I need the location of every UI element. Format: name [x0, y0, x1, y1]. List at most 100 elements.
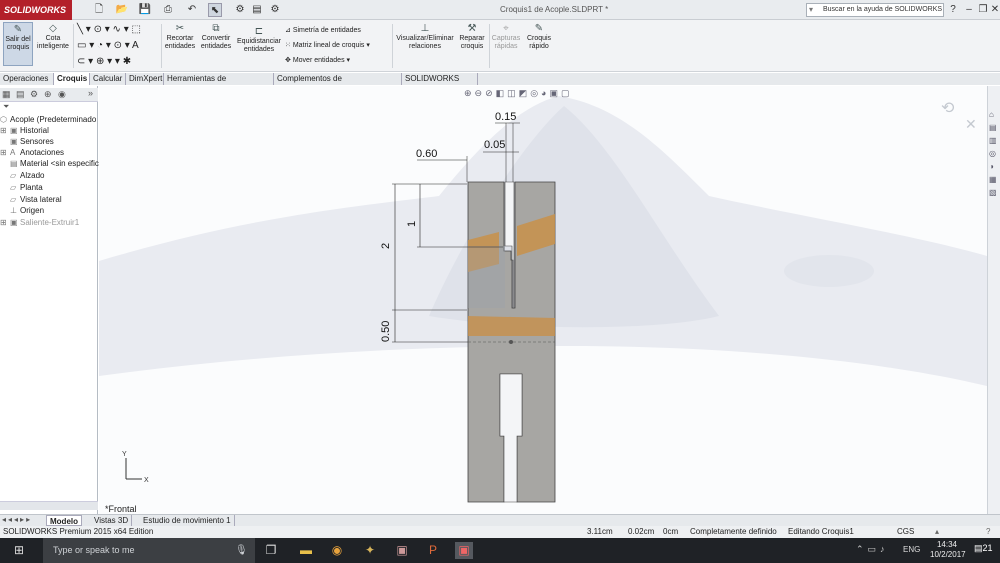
app-icon[interactable]: ✦: [361, 542, 379, 559]
tree-item-sensores[interactable]: ▣ Sensores: [0, 136, 54, 147]
help-search-input[interactable]: ▾ Buscar en la ayuda de SOLIDWORKS: [806, 3, 944, 17]
minimize-icon[interactable]: –: [962, 3, 976, 17]
units-status[interactable]: CGS: [897, 526, 914, 538]
language-indicator[interactable]: ENG: [903, 545, 920, 554]
task-pane-icons[interactable]: ⌂ ▤ ▥ ◎ ◑ ▦ ▧: [989, 108, 997, 199]
clock[interactable]: 14:34 10/2/2017: [930, 540, 966, 560]
dimxpert-tab-icon[interactable]: ⊕: [44, 89, 52, 100]
close-icon[interactable]: ✕: [988, 3, 1000, 17]
rapid-sketch-button[interactable]: ✎ Croquis rápido: [524, 24, 554, 51]
dim-0-15[interactable]: 0.15: [495, 111, 516, 123]
sketch-tools-row2[interactable]: ▭ ▾ ◔ ▾ ⊙ ▾ A: [77, 40, 139, 51]
plane-icon: ▱: [10, 195, 17, 204]
windows-start-icon[interactable]: ⊞: [10, 542, 28, 559]
dim-2[interactable]: 2: [380, 243, 392, 249]
panel-scrollbar[interactable]: [0, 501, 98, 510]
tree-item-saliente[interactable]: ⊞ ▣ Saliente-Extruir1: [0, 217, 79, 228]
exit-sketch-button[interactable]: ✎ Salir del croquis: [3, 22, 33, 66]
open-icon[interactable]: 📂: [115, 3, 129, 17]
repair-sketch-button[interactable]: ⚒ Reparar croquis: [457, 24, 487, 51]
section-view-icon[interactable]: ◧: [496, 88, 508, 98]
dim-1[interactable]: 1: [406, 221, 418, 227]
tab-estudio-movimiento[interactable]: Estudio de movimiento 1: [140, 515, 235, 526]
save-icon[interactable]: 💾: [138, 3, 152, 17]
help-icon[interactable]: ?: [946, 3, 960, 17]
tab-operaciones[interactable]: Operaciones: [0, 73, 54, 85]
help-status-icon[interactable]: ?: [986, 526, 990, 538]
tab-solidworks-mbd[interactable]: SOLIDWORKS MBD: [402, 73, 478, 95]
tab-dimxpert[interactable]: DimXpert: [126, 73, 164, 85]
display-relations-button[interactable]: ⊥ Visualizar/Eliminar relaciones: [395, 24, 455, 51]
units-dropdown-icon[interactable]: ▴: [935, 526, 939, 538]
previous-view-icon[interactable]: ⊘: [485, 88, 496, 98]
scene-icon[interactable]: ▣: [549, 88, 561, 98]
expand-icon[interactable]: »: [88, 88, 93, 98]
tree-item-planta[interactable]: ▱ Planta: [0, 182, 43, 193]
filter-icon[interactable]: ⏷: [3, 102, 9, 112]
sketch-tools-row1[interactable]: ╲ ▾ ⊙ ▾ ∿ ▾ ⬚: [77, 24, 141, 35]
options-icon[interactable]: ⚙: [268, 3, 282, 17]
tab-modelo[interactable]: Modelo: [46, 515, 82, 526]
quick-snaps-button[interactable]: ⌖ Capturas rápidas: [490, 24, 522, 51]
tree-root[interactable]: ⬡ Acople (Predeterminado: [0, 114, 96, 125]
sketch-point[interactable]: [509, 340, 513, 344]
file-properties-icon[interactable]: ▤: [250, 3, 264, 17]
smart-dimension-button[interactable]: ◇ Cota inteligente: [35, 24, 71, 51]
view-orientation-icon[interactable]: ◫: [507, 88, 519, 98]
tree-item-origen[interactable]: ⊥ Origen: [0, 205, 44, 216]
hide-show-icon[interactable]: ◎: [530, 88, 541, 98]
chrome-icon[interactable]: ◉: [328, 542, 346, 559]
solidworks-taskbar-icon[interactable]: ▣: [393, 542, 411, 559]
offset-entities-button[interactable]: ⊏ Equidistanciar entidades: [236, 27, 282, 54]
tree-item-historial[interactable]: ⊞ ▣ Historial: [0, 125, 49, 136]
view-settings-icon[interactable]: ▢: [561, 88, 573, 98]
convert-entities-button[interactable]: ⧉ Convertir entidades: [198, 24, 234, 51]
powerpoint-icon[interactable]: P: [424, 542, 442, 559]
undo-icon[interactable]: ↶: [185, 3, 199, 17]
file-explorer-icon[interactable]: ▬: [297, 542, 315, 559]
tree-item-vista-lateral[interactable]: ▱ Vista lateral: [0, 194, 62, 205]
property-manager-tab-icon[interactable]: ▤: [16, 89, 25, 100]
new-icon[interactable]: 🗋: [92, 3, 106, 17]
divider: [392, 24, 393, 68]
tab-herramientas-de-renderizado[interactable]: Herramientas de renderizado: [164, 73, 274, 95]
tab-croquis[interactable]: Croquis: [54, 73, 90, 85]
feature-manager-tab-icon[interactable]: ▦: [2, 89, 11, 100]
dim-0-50[interactable]: 0.50: [380, 321, 392, 342]
move-entities-button[interactable]: ✥ Mover entidades ▾: [285, 56, 350, 64]
heads-up-view-toolbar[interactable]: ⊕⊖⊘◧◫◩◎◕▣▢: [464, 88, 573, 99]
dim-0-60[interactable]: 0.60: [416, 148, 437, 160]
taskbar-search[interactable]: Type or speak to me 🎙: [43, 538, 255, 563]
tab-complementos-de-solidworks[interactable]: Complementos de SOLIDWORKS: [274, 73, 402, 95]
solidworks-active-icon[interactable]: ▣: [455, 542, 473, 559]
configuration-tab-icon[interactable]: ⚙: [30, 89, 38, 100]
sketch-tools-row3[interactable]: ⊂ ▾ ⊕ ▾ ▾ ✱: [77, 56, 131, 67]
tab-scroll-icons[interactable]: ◂◂◂▸▸: [2, 515, 32, 524]
confirmation-corner-icon[interactable]: ⟲: [941, 98, 954, 118]
tray-icons[interactable]: ⌃▭♪: [856, 544, 889, 555]
linear-pattern-button[interactable]: ⁙ Matriz lineal de croquis ▾: [285, 41, 370, 49]
rebuild-icon[interactable]: ⚙: [233, 3, 247, 17]
display-manager-tab-icon[interactable]: ◉: [58, 89, 66, 100]
tree-item-anotaciones[interactable]: ⊞ A Anotaciones: [0, 147, 64, 158]
microphone-icon[interactable]: 🎙: [235, 538, 248, 563]
task-view-icon[interactable]: ❐: [262, 542, 280, 559]
select-icon[interactable]: ⬉: [208, 3, 222, 17]
tree-item-alzado[interactable]: ▱ Alzado: [0, 170, 44, 181]
dim-0-05[interactable]: 0.05: [484, 139, 505, 151]
mirror-entities-button[interactable]: ⊿ Simetría de entidades: [285, 26, 361, 34]
tree-item-material[interactable]: ▤ Material <sin especificar>: [0, 158, 111, 169]
print-icon[interactable]: ⎙: [161, 3, 175, 17]
sketch-canvas[interactable]: 0.15 0.05 0.60 1 2 0.50 Y X *Frontal: [99, 86, 987, 514]
zoom-area-icon[interactable]: ⊖: [475, 88, 486, 98]
display-style-icon[interactable]: ◩: [519, 88, 531, 98]
trim-entities-button[interactable]: ✂ Recortar entidades: [163, 24, 197, 51]
graphics-area[interactable]: 0.15 0.05 0.60 1 2 0.50 Y X *Frontal ⊕⊖⊘…: [99, 86, 987, 514]
tab-vistas-3d[interactable]: Vistas 3D: [91, 515, 133, 526]
editing-status: Editando Croquis1: [788, 527, 854, 536]
notification-center[interactable]: ▤21: [974, 543, 993, 554]
search-scope-icon[interactable]: ▾: [809, 4, 813, 16]
cancel-corner-icon[interactable]: ✕: [965, 116, 977, 133]
zoom-to-fit-icon[interactable]: ⊕: [464, 88, 475, 98]
tab-calcular[interactable]: Calcular: [90, 73, 126, 85]
